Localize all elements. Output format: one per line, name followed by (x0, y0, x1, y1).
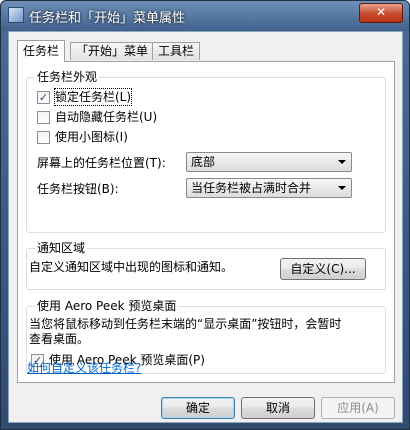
taskbar-app-icon (8, 7, 24, 23)
tab-toolbars-label: 工具栏 (158, 44, 195, 58)
cancel-button-label: 取消 (265, 401, 290, 415)
tab-taskbar-label: 任务栏 (23, 44, 60, 58)
autohide-checkbox-box[interactable] (37, 111, 50, 124)
window-title: 任务栏和「开始」菜单属性 (29, 11, 186, 26)
location-value: 底部 (191, 155, 216, 169)
tab-taskbar[interactable]: 任务栏 (17, 40, 66, 62)
tab-start-menu-label: 「开始」菜单 (76, 44, 149, 58)
tab-start-menu[interactable]: 「开始」菜单 (70, 42, 155, 60)
aero-peek-text-line1: 当您将鼠标移动到任务栏末端的“显示桌面”按钮时，会暂时 (29, 317, 342, 331)
chevron-down-icon (338, 160, 346, 164)
title-bar[interactable]: 任务栏和「开始」菜单属性 ✕ (1, 1, 409, 31)
appearance-group: 任务栏外观 ✓ 锁定任务栏(L) 自动隐藏任务栏(U) 使用小图标(I) 屏幕上… (26, 70, 386, 233)
aero-peek-text-line2: 查看桌面。 (29, 332, 90, 346)
dialog-client-area: 任务栏 「开始」菜单 工具栏 任务栏外观 ✓ 锁定任务栏(L) 自动隐藏任务栏(… (8, 31, 403, 423)
location-dropdown[interactable]: 底部 (186, 152, 352, 172)
customize-button[interactable]: 自定义(C)... (280, 258, 366, 280)
apply-button-label: 应用(A) (337, 401, 379, 415)
cancel-button[interactable]: 取消 (241, 397, 315, 419)
apply-button[interactable]: 应用(A) (321, 397, 395, 419)
taskbar-tab-panel: 任务栏外观 ✓ 锁定任务栏(L) 自动隐藏任务栏(U) 使用小图标(I) 屏幕上… (17, 61, 395, 383)
notification-text: 自定义通知区域中出现的图标和通知。 (29, 260, 234, 274)
ok-button[interactable]: 确定 (161, 397, 235, 419)
close-icon: ✕ (375, 5, 387, 19)
close-button[interactable]: ✕ (359, 3, 403, 23)
help-link[interactable]: 如何自定义该任务栏? (27, 359, 141, 376)
tab-toolbars[interactable]: 工具栏 (152, 42, 201, 60)
small-icons-checkbox-box[interactable] (37, 131, 50, 144)
taskbar-buttons-dropdown[interactable]: 当任务栏被占满时合并 (186, 178, 352, 198)
notification-group-title: 通知区域 (35, 241, 88, 255)
buttons-value: 当任务栏被占满时合并 (191, 181, 312, 195)
appearance-group-title: 任务栏外观 (35, 70, 100, 84)
notification-group: 通知区域 自定义通知区域中出现的图标和通知。 自定义(C)... (26, 241, 386, 290)
aero-peek-group-title: 使用 Aero Peek 预览桌面 (35, 299, 179, 313)
customize-button-label: 自定义(C)... (290, 262, 356, 276)
buttons-label: 任务栏按钮(B): (37, 182, 119, 196)
location-label: 屏幕上的任务栏位置(T): (37, 156, 166, 170)
lock-checkbox-box[interactable]: ✓ (37, 91, 50, 104)
chevron-down-icon (338, 186, 346, 190)
properties-window: 任务栏和「开始」菜单属性 ✕ 任务栏 「开始」菜单 工具栏 任务栏外观 ✓ 锁定… (0, 0, 410, 430)
small-icons-label: 使用小图标(I) (55, 130, 128, 144)
autohide-label: 自动隐藏任务栏(U) (55, 110, 158, 124)
ok-button-label: 确定 (185, 401, 210, 415)
lock-taskbar-label: 锁定任务栏(L) (53, 88, 133, 106)
